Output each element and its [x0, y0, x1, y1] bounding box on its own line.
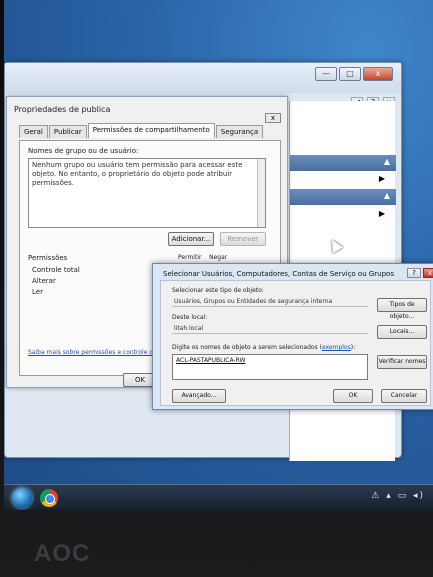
permission-row: Ler — [32, 288, 43, 296]
actions-pane-header[interactable]: ▲ — [290, 155, 396, 171]
names-list[interactable]: Nenhum grupo ou usuário tem permissão pa… — [28, 158, 266, 228]
object-names-input[interactable]: ACL-PASTAPUBLICA-RW — [172, 354, 368, 380]
locations-button[interactable]: Locais... — [377, 325, 427, 339]
tab-publicar[interactable]: Publicar — [48, 125, 87, 138]
permissions-label: Permissões — [28, 254, 68, 262]
system-tray[interactable]: ⚠ ▴ ▭ ◂) — [371, 491, 425, 501]
desktop-screen: — □ x ◀ ? x ▲ ▶ ▲ ▶ Propriedades de publ… — [4, 0, 433, 510]
start-button[interactable] — [12, 488, 32, 508]
select-users-dialog: Selecionar Usuários, Computadores, Conta… — [152, 263, 433, 410]
object-name-value: ACL-PASTAPUBLICA-RW — [176, 357, 246, 364]
examples-link[interactable]: exemplos — [322, 344, 351, 351]
dialog-title: Selecionar Usuários, Computadores, Conta… — [163, 270, 394, 278]
names-prompt-text: Digite os nomes de objeto a serem seleci… — [172, 344, 322, 351]
permissions-columns: Permitir Negar — [178, 254, 227, 261]
location-label: Deste local: — [172, 314, 208, 321]
advanced-button[interactable]: Avançado... — [172, 389, 226, 403]
object-type-field: Usuários, Grupos ou Entidades de seguran… — [172, 297, 368, 307]
photo-of-monitor: — □ x ◀ ? x ▲ ▶ ▲ ▶ Propriedades de publ… — [0, 0, 433, 577]
window-controls: — □ x — [315, 67, 393, 81]
monitor-brand-logo: AOC — [34, 540, 91, 567]
cancel-button[interactable]: Cancelar — [381, 389, 427, 403]
expand-right-icon[interactable]: ▶ — [379, 174, 385, 183]
remove-button[interactable]: Remover — [220, 232, 266, 246]
collapse-up-icon: ▲ — [383, 191, 390, 200]
maximize-button[interactable]: □ — [339, 67, 361, 81]
permissions-help-link[interactable]: Saiba mais sobre permissões e controle d — [28, 349, 153, 356]
names-prompt: Digite os nomes de objeto a serem seleci… — [172, 344, 355, 351]
names-prompt-text: ): — [350, 344, 356, 351]
close-button[interactable]: x — [363, 67, 393, 81]
taskbar: ⚠ ▴ ▭ ◂) — [4, 484, 433, 510]
location-field: litah.local — [172, 324, 368, 334]
object-types-button[interactable]: Tipos de objeto... — [377, 298, 427, 320]
check-names-button[interactable]: Verificar nomes — [377, 355, 427, 369]
permit-column-header: Permitir — [178, 254, 202, 261]
dialog-title: Propriedades de publica — [14, 105, 111, 114]
scrollbar[interactable] — [257, 159, 265, 227]
close-button[interactable]: x — [423, 268, 433, 278]
close-button[interactable]: x — [265, 113, 281, 123]
tab-permissoes-compartilhamento[interactable]: Permissões de compartilhamento — [87, 123, 215, 138]
permissions-list: Controle total Alterar Ler — [28, 263, 148, 345]
tab-seguranca[interactable]: Segurança — [215, 125, 264, 138]
add-button[interactable]: Adicionar... — [168, 232, 214, 246]
chrome-icon[interactable] — [40, 489, 58, 507]
permission-row: Alterar — [32, 277, 56, 285]
deny-column-header: Negar — [209, 254, 228, 261]
collapse-up-icon: ▲ — [383, 157, 390, 166]
ok-button[interactable]: OK — [333, 389, 373, 403]
permission-row: Controle total — [32, 266, 80, 274]
tab-geral[interactable]: Geral — [19, 125, 48, 138]
names-label: Nomes de grupo ou de usuário: — [28, 147, 139, 155]
object-type-label: Selecionar este tipo de objeto: — [172, 287, 264, 294]
tab-strip: Geral Publicar Permissões de compartilha… — [19, 123, 264, 138]
names-empty-message: Nenhum grupo ou usuário tem permissão pa… — [32, 161, 243, 187]
expand-right-icon[interactable]: ▶ — [379, 209, 385, 218]
minimize-button[interactable]: — — [315, 67, 337, 81]
dialog-body: Selecionar este tipo de objeto: Usuários… — [160, 280, 431, 406]
help-button[interactable]: ? — [407, 268, 421, 278]
actions-pane-header[interactable]: ▲ — [290, 189, 396, 205]
